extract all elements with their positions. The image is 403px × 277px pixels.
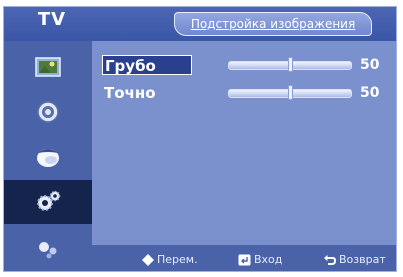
tv-screen: TV Подстройка изображения Грубо 50 Точно… (0, 0, 403, 277)
footer-hints: Перем. Вход Возврат (92, 245, 396, 271)
return-icon (324, 255, 336, 265)
sidebar (4, 41, 92, 271)
coarse-slider-handle[interactable] (288, 57, 293, 72)
coarse-slider[interactable] (228, 57, 352, 72)
fine-label: Точно (104, 84, 156, 102)
coarse-value: 50 (360, 57, 380, 73)
sidebar-item-setup[interactable] (4, 180, 92, 224)
tv-label: TV (37, 9, 67, 30)
setup-icon (37, 190, 61, 211)
enter-hint: Вход (238, 252, 282, 268)
return-hint: Возврат (324, 252, 386, 268)
osd-menu: TV Подстройка изображения Грубо 50 Точно… (3, 6, 397, 272)
move-label: Перем. (157, 253, 198, 266)
return-label: Возврат (339, 253, 386, 266)
sidebar-item-sound[interactable] (4, 90, 92, 134)
enter-label: Вход (254, 253, 283, 266)
sidebar-item-channel[interactable] (4, 135, 92, 179)
coarse-label: Грубо (102, 55, 192, 75)
channel-icon (37, 149, 59, 167)
settings-panel: Грубо 50 Точно 50 (92, 41, 396, 245)
move-icon (142, 254, 154, 266)
fine-value: 50 (360, 85, 380, 101)
sound-icon (37, 101, 59, 123)
enter-icon (238, 254, 251, 266)
fine-row[interactable]: Точно 50 (98, 82, 396, 104)
menu-title: Подстройка изображения (174, 12, 372, 36)
sidebar-item-picture[interactable] (4, 45, 92, 89)
sidebar-item-input[interactable] (4, 227, 92, 271)
move-hint: Перем. (142, 252, 198, 268)
fine-slider[interactable] (228, 85, 352, 100)
input-icon (39, 242, 57, 259)
menu-header: TV Подстройка изображения (4, 7, 396, 41)
picture-icon (35, 57, 61, 77)
fine-slider-handle[interactable] (288, 85, 293, 100)
coarse-row[interactable]: Грубо 50 (98, 54, 396, 76)
